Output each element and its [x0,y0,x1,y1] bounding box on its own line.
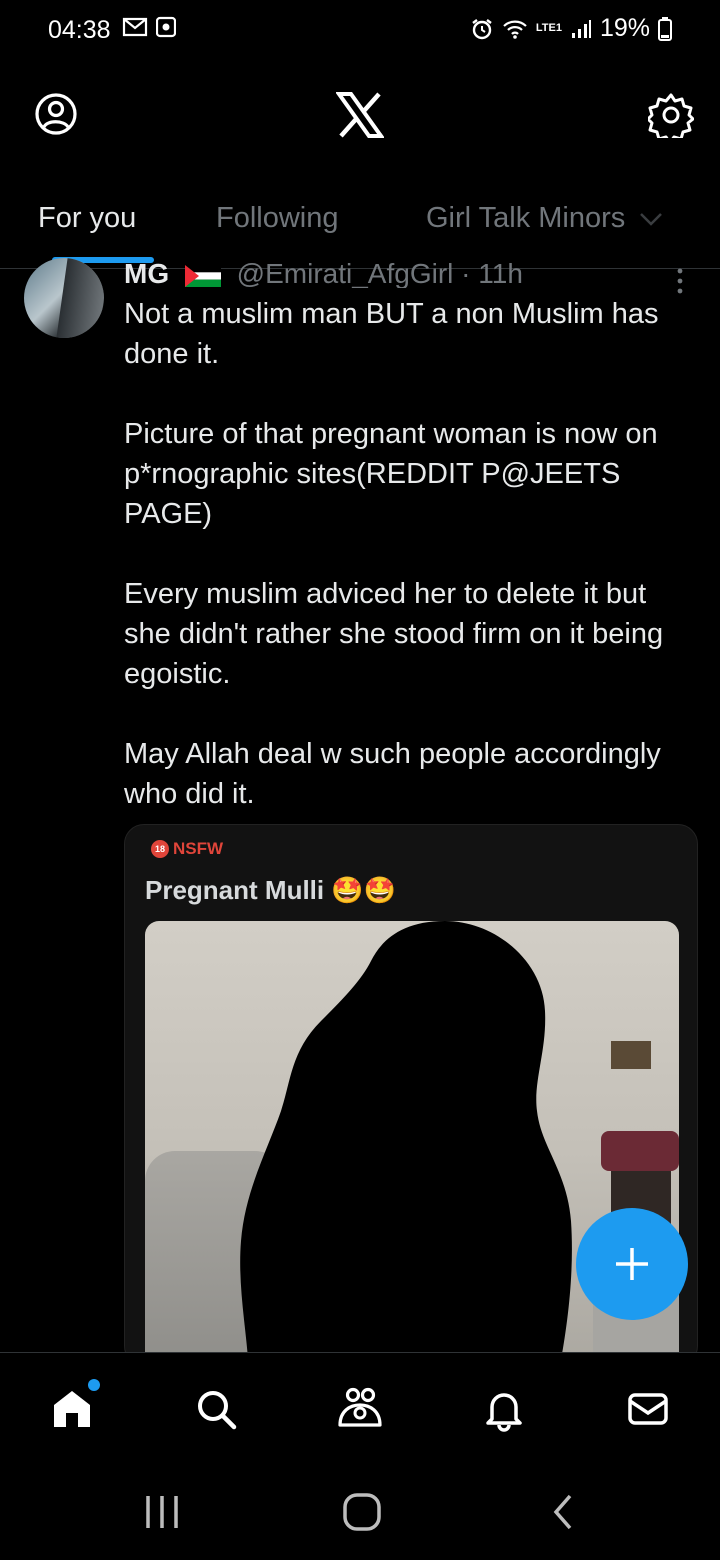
search-icon [198,1391,237,1430]
gmail-icon [122,17,148,37]
bottom-navigation [0,1352,720,1463]
more-vertical-icon [677,268,683,294]
tab-girl-talk-minors[interactable]: Girl Talk Minors [426,202,663,235]
more-options-button[interactable] [668,266,692,296]
notifications-icon [486,1393,522,1432]
status-left-icons [122,16,176,38]
nav-notifications[interactable] [476,1381,532,1437]
x-logo-icon [335,92,385,138]
status-bar: 04:38 LTE1 19% [0,0,720,60]
status-time: 04:38 [48,16,111,44]
home-icon [54,1391,90,1427]
nsfw-label: 18 NSFW [151,839,223,859]
tab-for-you[interactable]: For you [38,202,136,235]
tweet-time: 11h [478,258,523,288]
tweet-text: Not a muslim man BUT a non Muslim has do… [124,298,664,810]
media-post-title: Pregnant Mulli 🤩🤩 [145,875,397,905]
timeline-tabs: For you Following Girl Talk Minors [0,180,720,269]
plus-icon [616,1248,648,1280]
battery-percent: 19% [599,14,650,42]
notification-dot [88,1379,100,1391]
nsfw-text: NSFW [173,839,224,858]
adult-badge-icon: 18 [151,840,169,858]
profile-icon [35,93,77,135]
home-system-button[interactable] [342,1492,382,1532]
back-button[interactable] [548,1492,578,1532]
recents-icon [146,1496,178,1528]
network-label: LTE1 [535,22,562,34]
notification-app-icon [156,16,176,38]
recents-button[interactable] [140,1492,184,1532]
nav-search[interactable] [188,1381,244,1437]
avatar[interactable] [24,258,104,338]
tab-following[interactable]: Following [216,202,339,235]
gear-icon [646,93,695,145]
wifi-icon [503,20,527,39]
tab-girl-talk-minors-label: Girl Talk Minors [426,202,626,234]
profile-button[interactable] [34,92,78,136]
home-circle-icon [343,1493,381,1531]
nav-communities[interactable] [332,1381,388,1437]
communities-icon [338,1387,382,1427]
display-name[interactable]: MG [124,258,169,288]
battery-icon [658,16,672,41]
status-right: LTE1 19% [470,14,672,43]
signal-icon [571,19,591,38]
user-handle[interactable]: @Emirati_AfgGirl [237,258,454,288]
messages-icon [628,1393,668,1425]
system-navigation [0,1462,720,1560]
compose-button[interactable] [576,1208,688,1320]
nav-messages[interactable] [620,1381,676,1437]
alarm-icon [472,18,492,39]
top-bar [0,70,720,160]
back-icon [553,1494,572,1530]
tweet-header: MG @Emirati_AfgGirl · 11h [124,258,523,288]
meta-dot: · [461,258,479,288]
nav-home[interactable] [44,1379,100,1437]
palestine-flag-icon [184,264,221,287]
x-logo[interactable] [335,92,385,138]
settings-button[interactable] [646,92,695,145]
chevron-down-icon [640,212,663,226]
